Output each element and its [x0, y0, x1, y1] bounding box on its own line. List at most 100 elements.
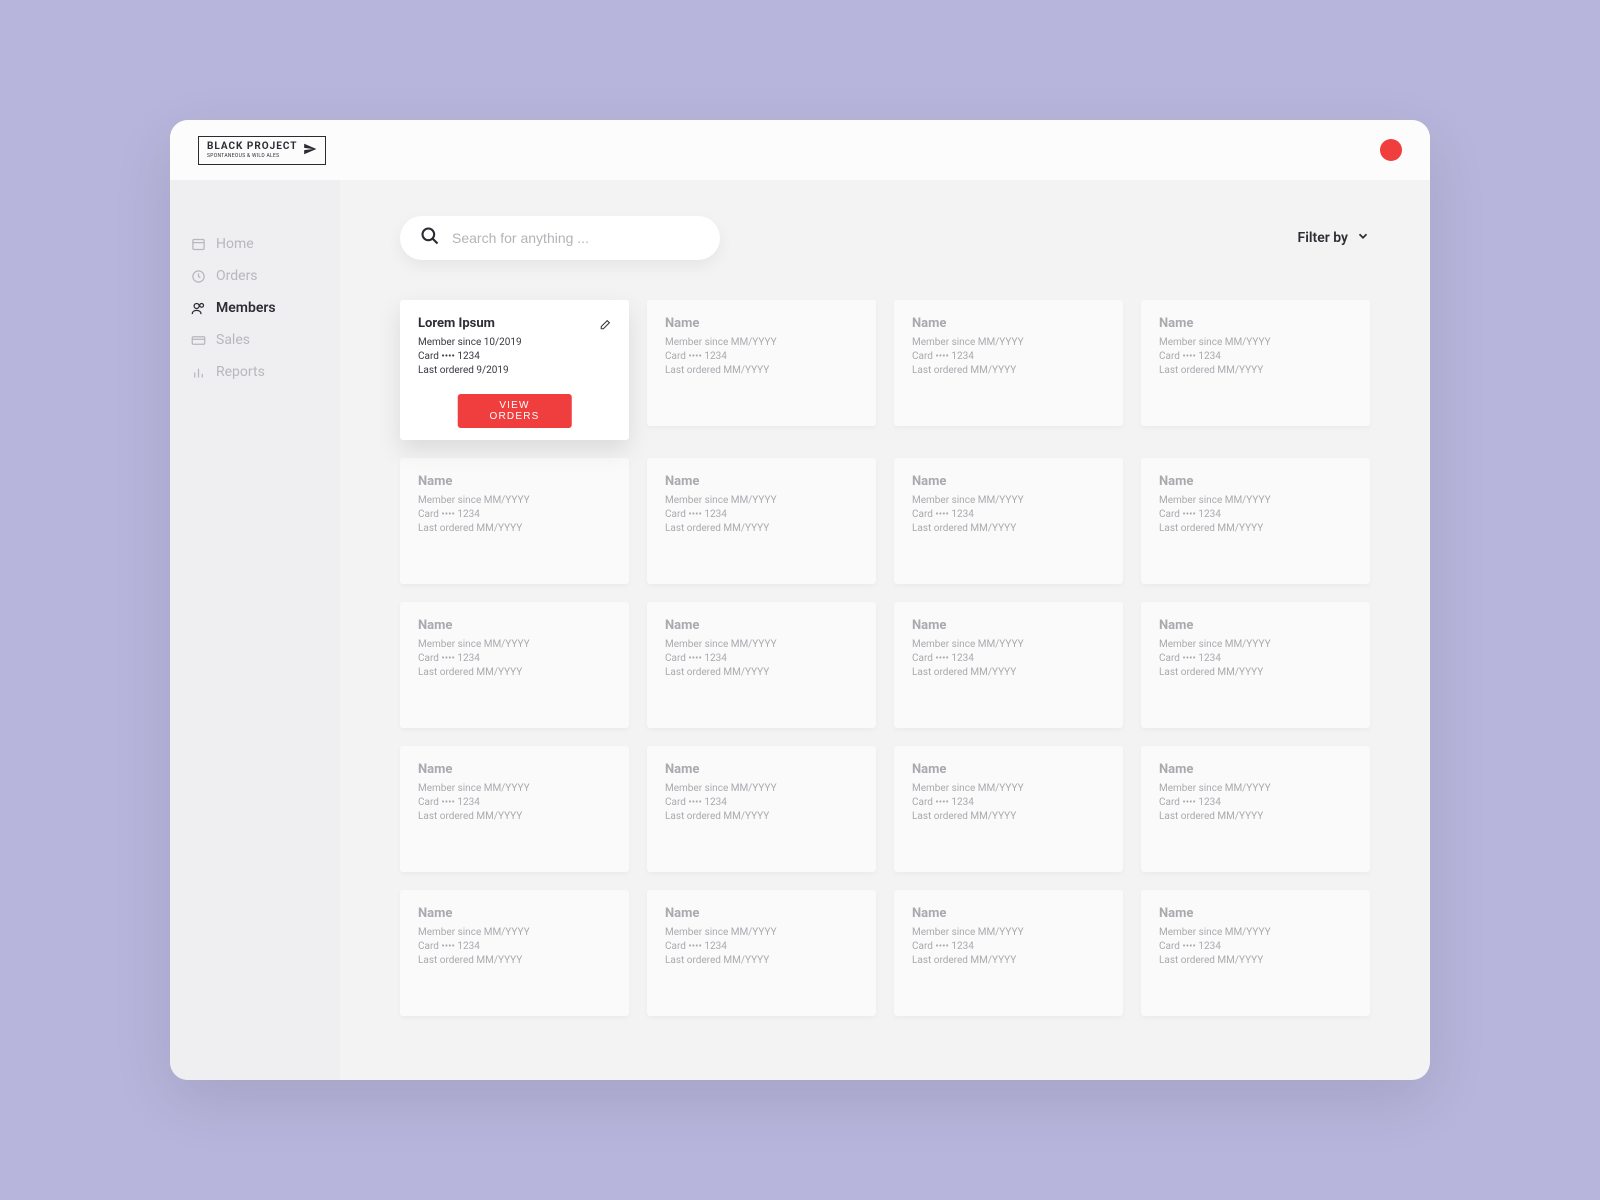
- member-last-ordered: Last ordered MM/YYYY: [1159, 667, 1352, 678]
- filter-label: Filter by: [1298, 230, 1348, 246]
- member-card-number: Card •••• 1234: [418, 509, 611, 520]
- sidebar-item-label: Sales: [216, 332, 250, 348]
- member-card-number: Card •••• 1234: [1159, 797, 1352, 808]
- member-last-ordered: Last ordered 9/2019: [418, 365, 611, 376]
- member-since: Member since MM/YYYY: [912, 927, 1105, 938]
- orders-icon: [190, 268, 206, 284]
- member-card-number: Card •••• 1234: [418, 653, 611, 664]
- member-card[interactable]: NameMember since MM/YYYYCard •••• 1234La…: [894, 300, 1123, 426]
- member-card-number: Card •••• 1234: [912, 797, 1105, 808]
- member-card[interactable]: Name Member since MM/YYYY Card •••• 1234 La…: [894, 890, 1123, 1016]
- member-card-number: Card •••• 1234: [912, 941, 1105, 952]
- member-since: Member since MM/YYYY: [665, 337, 858, 348]
- member-card-number: Card •••• 1234: [418, 797, 611, 808]
- member-name: Name: [1159, 618, 1193, 633]
- member-name: Name: [912, 906, 946, 921]
- member-name: Name: [418, 474, 452, 489]
- member-last-ordered: Last ordered MM/YYYY: [1159, 523, 1352, 534]
- main-content: Filter by Lorem IpsumMember since 10/201…: [340, 180, 1430, 1080]
- status-indicator[interactable]: [1380, 139, 1402, 161]
- member-card[interactable]: NameMember since MM/YYYYCard •••• 1234La…: [647, 890, 876, 1016]
- member-name: Name: [665, 762, 699, 777]
- member-last-ordered: Last ordered MM/YYYY: [418, 523, 611, 534]
- member-card-number: Card •••• 1234: [912, 653, 1105, 664]
- member-card[interactable]: NameMember since MM/YYYYCard •••• 1234La…: [647, 300, 876, 426]
- member-since: Member since MM/YYYY: [665, 783, 858, 794]
- home-icon: [190, 236, 206, 252]
- member-since: Member since MM/YYYY: [1159, 495, 1352, 506]
- sales-icon: [190, 332, 206, 348]
- member-name: Name: [1159, 316, 1193, 331]
- sidebar-item-home[interactable]: Home: [170, 228, 340, 260]
- filter-button[interactable]: Filter by: [1298, 229, 1370, 247]
- member-last-ordered: Last ordered MM/YYYY: [912, 365, 1105, 376]
- member-card[interactable]: NameMember since MM/YYYYCard •••• 1234La…: [1141, 458, 1370, 584]
- member-last-ordered: Last ordered MM/YYYY: [912, 955, 1105, 966]
- search-box[interactable]: [400, 216, 720, 260]
- brand-logo[interactable]: BLACK PROJECT SPONTANEOUS & WILD ALES: [198, 136, 326, 165]
- member-since: Member since MM/YYYY: [912, 639, 1105, 650]
- member-since: Member since MM/YYYY: [418, 495, 611, 506]
- member-name: Name: [665, 474, 699, 489]
- member-since: Member since MM/YYYY: [1159, 927, 1352, 938]
- member-card[interactable]: NameMember since MM/YYYYCard •••• 1234La…: [400, 602, 629, 728]
- member-since: Member since MM/YYYY: [912, 337, 1105, 348]
- member-card[interactable]: Name Member since MM/YYYY Card •••• 1234 La…: [894, 746, 1123, 872]
- brand-tagline: SPONTANEOUS & WILD ALES: [207, 153, 297, 159]
- member-card[interactable]: NameMember since MM/YYYYCard •••• 1234La…: [647, 602, 876, 728]
- member-name: Name: [912, 618, 946, 633]
- edit-icon[interactable]: [598, 317, 611, 336]
- member-card-number: Card •••• 1234: [665, 797, 858, 808]
- member-name: Name: [418, 906, 452, 921]
- member-card[interactable]: Lorem IpsumMember since 10/2019Card ••••…: [400, 300, 629, 440]
- member-since: Member since MM/YYYY: [665, 495, 858, 506]
- member-card[interactable]: NameMember since MM/YYYYCard •••• 1234La…: [894, 602, 1123, 728]
- member-card[interactable]: NameMember since MM/YYYYCard •••• 1234La…: [894, 458, 1123, 584]
- member-card-number: Card •••• 1234: [418, 351, 611, 362]
- member-since: Member since MM/YYYY: [418, 927, 611, 938]
- member-name: Name: [1159, 474, 1193, 489]
- member-card-number: Card •••• 1234: [665, 941, 858, 952]
- sidebar-item-label: Members: [216, 300, 276, 316]
- member-card[interactable]: Name Member since MM/YYYY Card •••• 1234 La…: [1141, 602, 1370, 728]
- member-card-number: Card •••• 1234: [665, 351, 858, 362]
- reports-icon: [190, 364, 206, 380]
- member-since: Member since MM/YYYY: [1159, 337, 1352, 348]
- member-card[interactable]: NameMember since MM/YYYYCard •••• 1234La…: [647, 746, 876, 872]
- sidebar-item-reports[interactable]: Reports: [170, 356, 340, 388]
- member-name: Name: [418, 618, 452, 633]
- sidebar-item-members[interactable]: Members: [170, 292, 340, 324]
- search-input[interactable]: [452, 230, 700, 246]
- member-card-number: Card •••• 1234: [912, 509, 1105, 520]
- toolbar: Filter by: [400, 216, 1370, 260]
- topbar: BLACK PROJECT SPONTANEOUS & WILD ALES: [170, 120, 1430, 180]
- member-since: Member since MM/YYYY: [665, 927, 858, 938]
- sidebar-item-orders[interactable]: Orders: [170, 260, 340, 292]
- member-last-ordered: Last ordered MM/YYYY: [912, 811, 1105, 822]
- member-last-ordered: Last ordered MM/YYYY: [665, 365, 858, 376]
- member-since: Member since MM/YYYY: [665, 639, 858, 650]
- app-window: BLACK PROJECT SPONTANEOUS & WILD ALES Ho…: [170, 120, 1430, 1080]
- member-name: Name: [912, 762, 946, 777]
- member-last-ordered: Last ordered MM/YYYY: [912, 523, 1105, 534]
- member-card[interactable]: NameMember since MM/YYYYCard •••• 1234La…: [400, 746, 629, 872]
- member-since: Member since MM/YYYY: [1159, 639, 1352, 650]
- member-since: Member since MM/YYYY: [912, 783, 1105, 794]
- member-card[interactable]: NameMember since MM/YYYYCard •••• 1234La…: [647, 458, 876, 584]
- member-last-ordered: Last ordered MM/YYYY: [418, 667, 611, 678]
- member-name: Name: [665, 906, 699, 921]
- member-name: Name: [418, 762, 452, 777]
- sidebar-item-sales[interactable]: Sales: [170, 324, 340, 356]
- member-card-number: Card •••• 1234: [1159, 653, 1352, 664]
- member-card[interactable]: NameMember since MM/YYYYCard •••• 1234La…: [1141, 746, 1370, 872]
- member-last-ordered: Last ordered MM/YYYY: [1159, 811, 1352, 822]
- member-card[interactable]: NameMember since MM/YYYYCard •••• 1234La…: [1141, 300, 1370, 426]
- member-card[interactable]: NameMember since MM/YYYYCard •••• 1234La…: [1141, 890, 1370, 1016]
- member-card[interactable]: NameMember since MM/YYYYCard •••• 1234La…: [400, 890, 629, 1016]
- member-card[interactable]: Name Member since MM/YYYY Card •••• 1234 La…: [400, 458, 629, 584]
- view-orders-button[interactable]: VIEW ORDERS: [457, 394, 572, 428]
- search-icon: [420, 226, 440, 250]
- members-icon: [190, 300, 206, 316]
- member-last-ordered: Last ordered MM/YYYY: [1159, 955, 1352, 966]
- member-last-ordered: Last ordered MM/YYYY: [665, 523, 858, 534]
